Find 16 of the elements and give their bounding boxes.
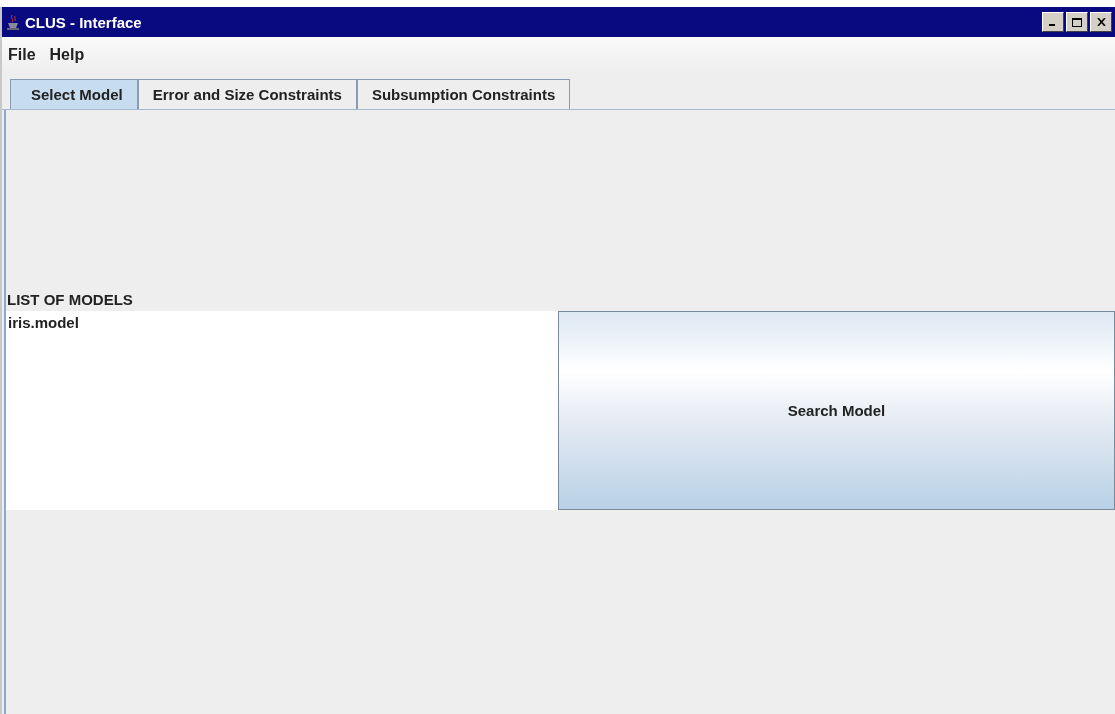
tab[interactable]: Select Model [10,79,138,109]
tab[interactable]: Subsumption Constraints [356,79,571,109]
search-model-button[interactable]: Search Model [558,311,1115,510]
maximize-button[interactable] [1066,12,1088,32]
menu-item[interactable]: Help [49,46,85,64]
list-item[interactable]: iris.model [6,314,558,331]
close-icon [1096,18,1106,26]
tab[interactable]: Error and Size Constraints [137,79,357,109]
minimize-button[interactable] [1042,12,1064,32]
cup-icon [6,14,20,30]
list-label: LIST OF MODELS [6,290,134,310]
model-list[interactable]: iris.model [6,311,558,510]
maximize-icon [1072,17,1082,27]
menu-item[interactable]: File [8,46,36,64]
window-title: CLUS - Interface [25,13,142,31]
close-button[interactable] [1090,12,1112,32]
